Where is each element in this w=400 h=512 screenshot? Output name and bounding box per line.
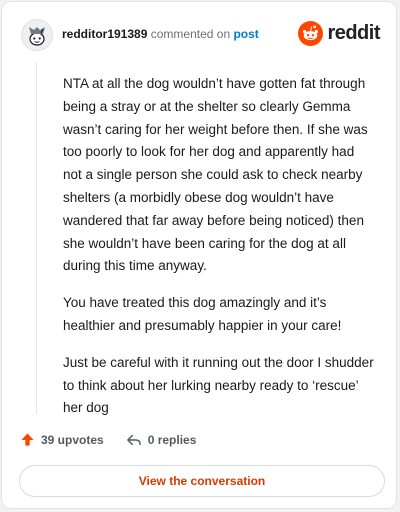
commented-on-label: commented on bbox=[150, 27, 231, 41]
user-avatar[interactable] bbox=[21, 19, 53, 51]
comment-card: redditor191389 commented on post reddit … bbox=[1, 1, 397, 509]
snoo-avatar-icon bbox=[29, 27, 45, 46]
upvote-count: 39 upvotes bbox=[41, 432, 104, 447]
post-link[interactable]: post bbox=[233, 27, 258, 41]
upvote-button[interactable]: 39 upvotes bbox=[20, 432, 104, 447]
reddit-brand[interactable]: reddit bbox=[298, 21, 380, 46]
comment-paragraph: You have treated this dog amazingly and … bbox=[63, 295, 342, 333]
reply-count: 0 replies bbox=[147, 432, 197, 447]
reddit-wordmark: reddit bbox=[327, 22, 380, 44]
reply-arrow-icon bbox=[126, 434, 141, 445]
comment-actions: 39 upvotes 0 replies bbox=[20, 432, 196, 447]
comment-paragraph: Just be careful with it running out the … bbox=[63, 354, 374, 416]
comment-paragraph: NTA at all the dog wouldn’t have gotten … bbox=[63, 76, 368, 274]
reddit-logo-icon bbox=[298, 21, 324, 46]
username-link[interactable]: redditor191389 bbox=[62, 27, 147, 41]
thread-line bbox=[36, 62, 37, 414]
replies-button[interactable]: 0 replies bbox=[126, 432, 197, 447]
comment-header: redditor191389 commented on post bbox=[62, 27, 259, 41]
comment-body: NTA at all the dog wouldn’t have gotten … bbox=[63, 73, 375, 434]
view-conversation-button[interactable]: View the conversation bbox=[19, 465, 385, 497]
upvote-arrow-icon bbox=[21, 433, 34, 446]
